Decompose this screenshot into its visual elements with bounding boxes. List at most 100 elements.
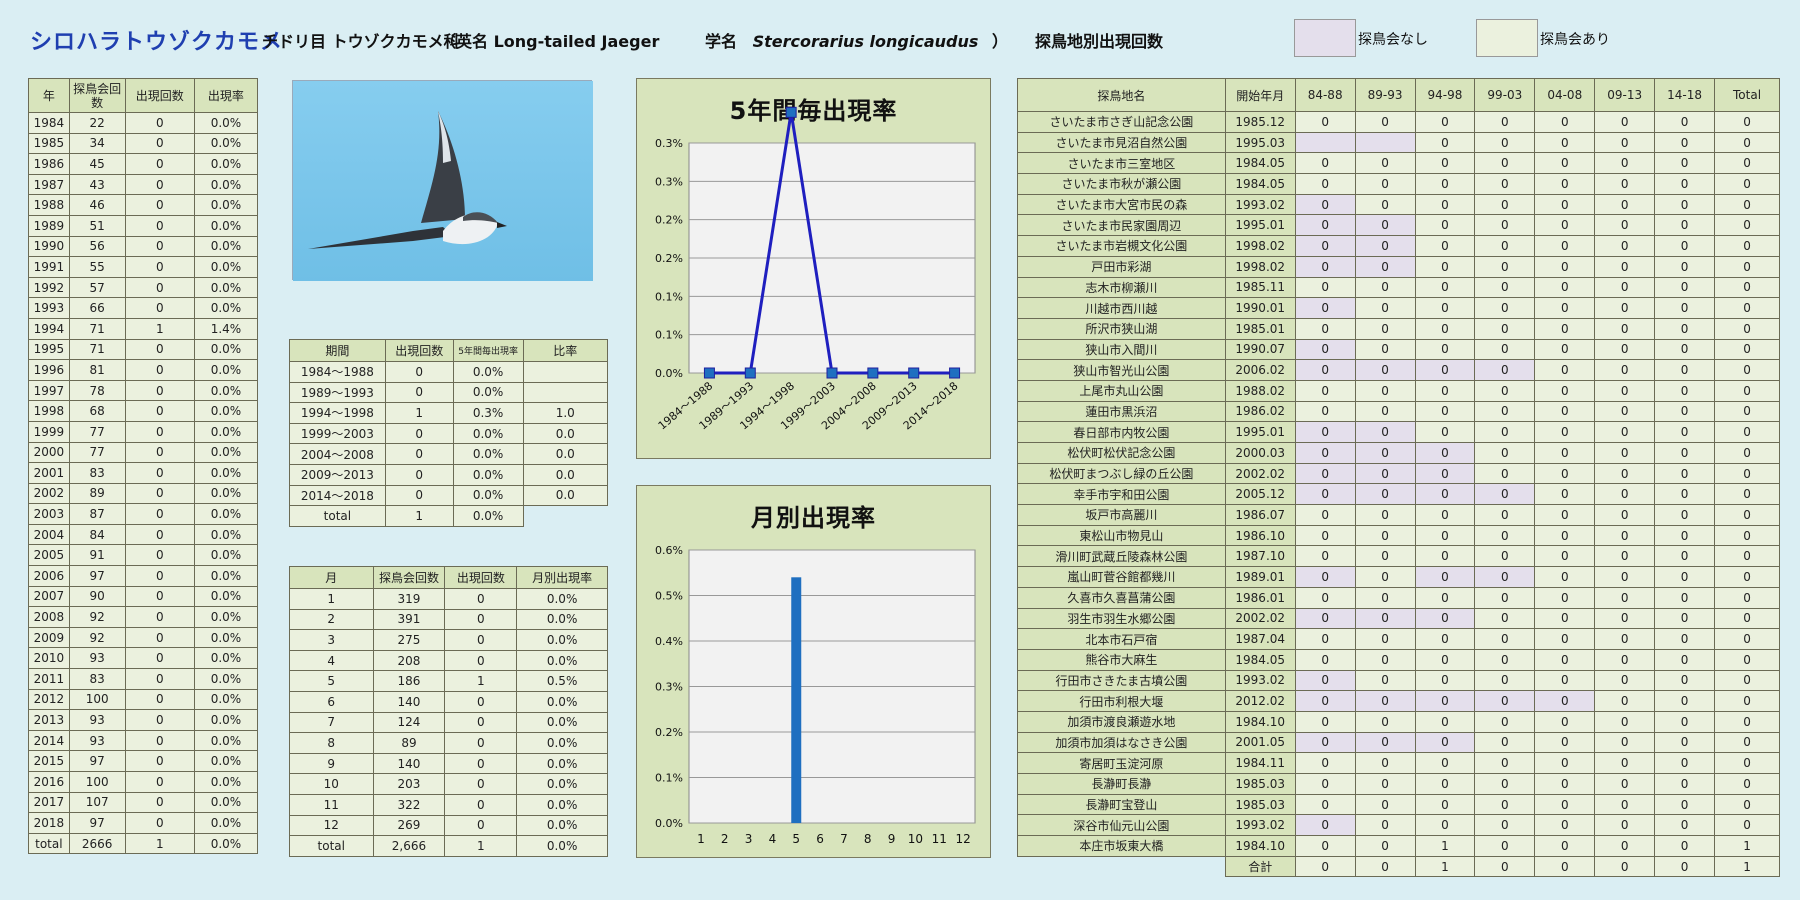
table-cell: 0 xyxy=(1354,607,1416,630)
table-cell: 0 xyxy=(1714,628,1780,650)
site-start: 1986.02 xyxy=(1224,400,1296,423)
table-cell: 0.0% xyxy=(193,688,259,711)
table-row: 1996 81 0 0.0% xyxy=(28,359,259,381)
x-tick-label: 4 xyxy=(769,832,777,846)
table-cell: 0 xyxy=(1354,214,1416,237)
table-cell: 0 xyxy=(1294,545,1356,568)
table-cell: 0 xyxy=(1294,586,1356,609)
x-tick-label: 10 xyxy=(908,832,923,846)
table-cell: 1 xyxy=(444,670,518,692)
table-cell: 0 xyxy=(1474,814,1536,837)
table-cell: 0 xyxy=(124,812,195,834)
table-cell: 0.0% xyxy=(193,462,259,484)
table-cell: 0 xyxy=(124,132,195,155)
table-cell: 9 xyxy=(289,752,374,775)
y-tick-label: 0.2% xyxy=(655,252,683,265)
bar xyxy=(791,577,802,823)
table-cell: 0 xyxy=(1474,442,1536,464)
table-cell: 0 xyxy=(1354,835,1416,857)
table-cell: 0 xyxy=(124,709,195,731)
table-cell: 0 xyxy=(1594,338,1656,361)
legend-swatch-no-meeting xyxy=(1294,19,1356,57)
table-cell: 0 xyxy=(1534,193,1596,216)
site-start: 1998.02 xyxy=(1224,255,1296,278)
table-cell: 0 xyxy=(1354,710,1416,733)
table-row: total 2,666 1 0.0% xyxy=(289,835,608,857)
y-tick-label: 0.4% xyxy=(655,635,683,648)
table-cell: 0 xyxy=(1474,214,1536,237)
table-cell: 0.0% xyxy=(452,422,524,445)
table-cell: 0 xyxy=(124,791,195,814)
site-name: 滑川町武蔵丘陵森林公園 xyxy=(1017,545,1226,568)
table-cell: 0 xyxy=(1534,483,1596,506)
table-cell: 0 xyxy=(1294,669,1356,692)
table-row: 上尾市丸山公園 1988.02 0 0 0 0 0 0 0 0 xyxy=(1017,379,1780,402)
table-row: 1984 22 0 0.0% xyxy=(28,112,259,134)
table-cell: 0 xyxy=(444,690,518,713)
table-cell: 81 xyxy=(68,359,126,381)
y-tick-label: 0.1% xyxy=(655,290,683,303)
site-start: 2006.02 xyxy=(1224,359,1296,381)
table-cell: 319 xyxy=(372,588,446,610)
table-cell: 0 xyxy=(1534,152,1596,175)
table-row: 3 275 0 0.0% xyxy=(289,629,608,651)
table-cell: 0.0% xyxy=(193,709,259,731)
table-cell: 140 xyxy=(372,752,446,775)
table-cell: 71 xyxy=(68,338,126,361)
table-cell: 2002 xyxy=(28,482,70,505)
table-row: 6 140 0 0.0% xyxy=(289,690,608,713)
table-cell: 0.0% xyxy=(516,588,608,610)
table-cell: 0 xyxy=(1474,421,1536,443)
table-row: 嵐山町菅谷館都幾川 1989.01 0 0 0 0 0 0 0 0 xyxy=(1017,566,1780,588)
table-cell: 0.0% xyxy=(193,153,259,175)
table-row: さいたま市三室地区 1984.05 0 0 0 0 0 0 0 0 xyxy=(1017,152,1780,175)
table-cell: 0 xyxy=(1594,317,1656,340)
table-cell: 0 xyxy=(1714,814,1780,837)
table-cell: 0 xyxy=(1354,111,1416,133)
table-cell xyxy=(1294,131,1356,154)
table-cell: 0 xyxy=(1474,855,1536,878)
table-cell: 0 xyxy=(1354,855,1416,878)
table-cell: 0 xyxy=(1714,235,1780,257)
table-cell: 0 xyxy=(1654,814,1716,837)
table-cell: 0 xyxy=(1474,359,1536,381)
site-start: 1998.02 xyxy=(1224,235,1296,257)
x-tick-label: 1 xyxy=(697,832,705,846)
site-name: 行田市さきたま古墳公園 xyxy=(1017,669,1226,692)
site-start: 1984.10 xyxy=(1224,710,1296,733)
table-cell: 0 xyxy=(1594,379,1656,402)
site-start: 1986.01 xyxy=(1224,586,1296,609)
table-cell: 0 xyxy=(124,462,195,484)
table-cell: 0 xyxy=(124,606,195,628)
site-name: さいたま市岩槻文化公園 xyxy=(1017,235,1226,257)
table-row: 1999 77 0 0.0% xyxy=(28,420,259,443)
x-tick-label: 5 xyxy=(792,832,800,846)
table-cell: 2004～2008 xyxy=(289,443,386,465)
table-cell: 0 xyxy=(1534,317,1596,340)
site-name: さいたま市さぎ山記念公園 xyxy=(1017,111,1226,133)
table-cell: 83 xyxy=(68,462,126,484)
table-cell: 0 xyxy=(1474,648,1536,671)
table-cell: 0 xyxy=(1534,628,1596,650)
table-cell: 0 xyxy=(1414,607,1476,630)
table-cell xyxy=(522,381,609,404)
table-cell: 0 xyxy=(444,732,518,754)
table-cell: 0 xyxy=(1354,483,1416,506)
table-cell: 0 xyxy=(1654,317,1716,340)
table-cell: 1 xyxy=(1714,835,1780,857)
table-cell: 0 xyxy=(1594,710,1656,733)
table-row: 8 89 0 0.0% xyxy=(289,732,608,754)
yearly-table: 年探鳥会回数 出現回数 出現率 1984 22 0 0.0% 1985 34 0 0.0% 1986… xyxy=(28,78,259,855)
site-start: 1989.01 xyxy=(1224,566,1296,588)
table-cell: 275 xyxy=(372,629,446,651)
y-tick-label: 0.0% xyxy=(655,367,683,380)
table-cell: 269 xyxy=(372,814,446,837)
table-cell: 0 xyxy=(1474,773,1536,795)
table-cell: 0 xyxy=(1354,338,1416,361)
table-cell: 2 xyxy=(289,608,374,631)
table-cell: 1997 xyxy=(28,379,70,402)
table-cell: 0 xyxy=(1594,814,1656,837)
table-cell: 0 xyxy=(1594,483,1656,506)
table-cell: 2015 xyxy=(28,750,70,772)
table-cell: 0 xyxy=(1294,379,1356,402)
